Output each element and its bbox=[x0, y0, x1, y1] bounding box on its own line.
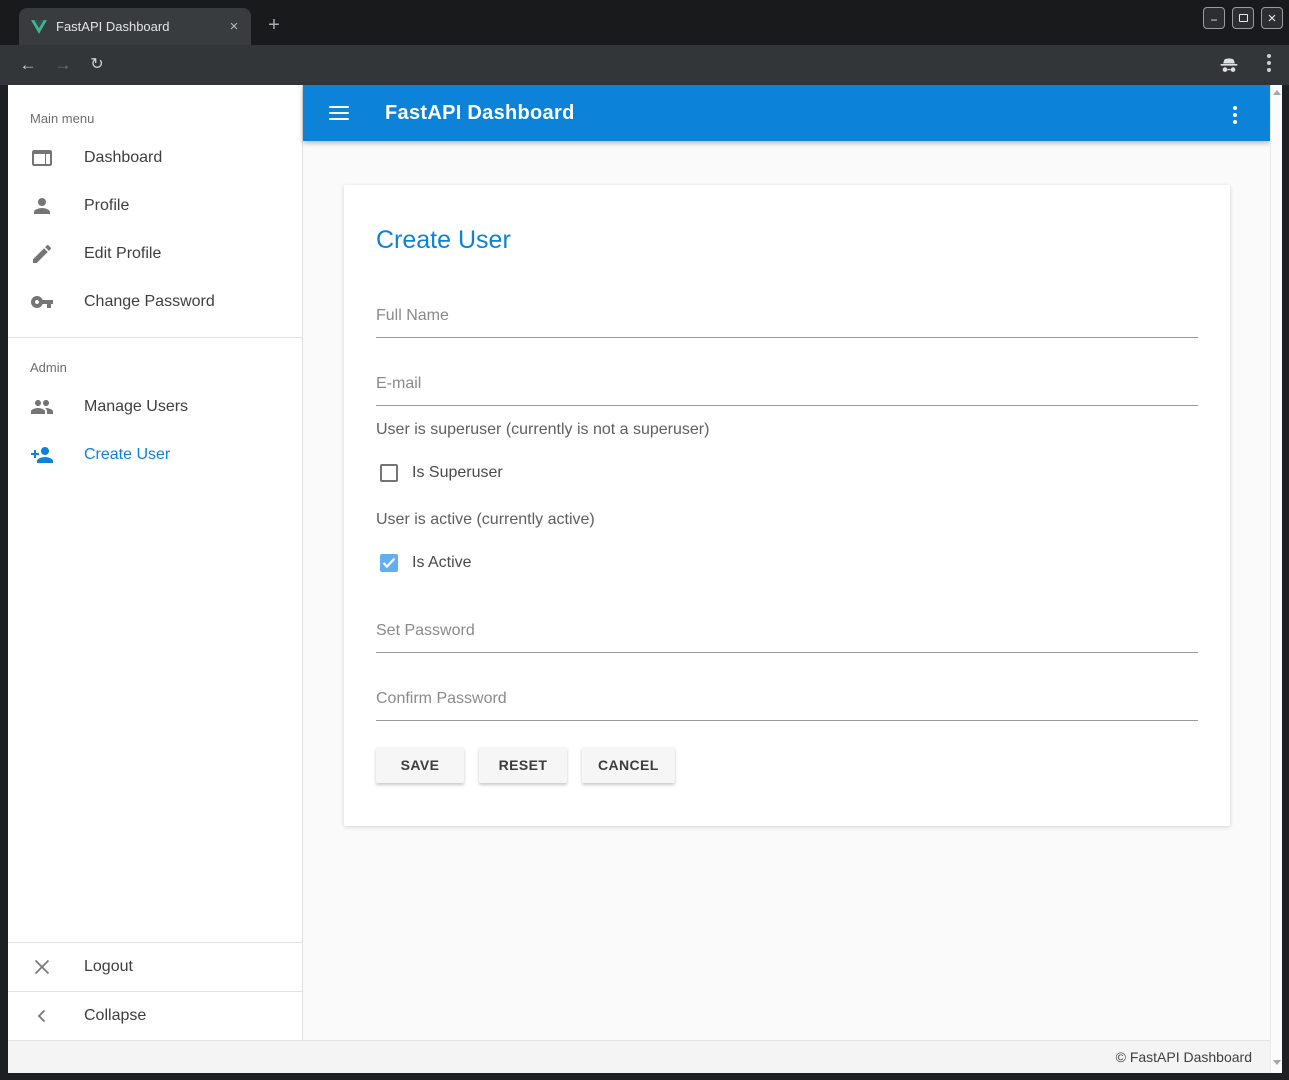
key-icon bbox=[30, 290, 54, 314]
page-scrollbar[interactable] bbox=[1270, 85, 1282, 1073]
close-window-button[interactable] bbox=[1261, 7, 1283, 29]
sidebar-item-edit-profile[interactable]: Edit Profile bbox=[8, 230, 302, 278]
close-x-icon bbox=[30, 955, 54, 979]
browser-window: FastAPI Dashboard localhost/main/admin/u… bbox=[0, 0, 1289, 1080]
sidebar-item-label: Create User bbox=[84, 446, 170, 464]
is-superuser-checkbox-row[interactable]: Is Superuser bbox=[376, 464, 1198, 482]
sidebar-item-label: Edit Profile bbox=[84, 245, 161, 263]
form-buttons: SAVE RESET CANCEL bbox=[376, 747, 1198, 783]
sidebar-item-label: Dashboard bbox=[84, 149, 162, 167]
sidebar-item-logout[interactable]: Logout bbox=[8, 943, 302, 991]
page-content: Main menu Dashboard Profile Edit Profile bbox=[8, 85, 1282, 1073]
person-icon bbox=[30, 194, 54, 218]
person-add-icon bbox=[30, 443, 54, 467]
full-name-field[interactable] bbox=[376, 305, 1198, 338]
forward-icon[interactable] bbox=[51, 53, 75, 77]
browser-menu-icon[interactable] bbox=[1267, 54, 1271, 75]
sidebar-item-label: Logout bbox=[84, 958, 133, 976]
sidebar-item-label: Change Password bbox=[84, 293, 215, 311]
checkbox-label: Is Active bbox=[412, 554, 472, 572]
create-user-card: Create User User is superuser (currently… bbox=[344, 185, 1230, 826]
dashboard-icon bbox=[30, 146, 54, 170]
minimize-button[interactable] bbox=[1203, 7, 1225, 29]
incognito-icon bbox=[1217, 53, 1241, 77]
sidebar-section-main-menu: Main menu bbox=[8, 85, 302, 134]
sidebar-item-label: Profile bbox=[84, 197, 129, 215]
set-password-field[interactable] bbox=[376, 620, 1198, 653]
sidebar-item-profile[interactable]: Profile bbox=[8, 182, 302, 230]
people-icon bbox=[30, 395, 54, 419]
sidebar-bottom-group: Logout Collapse bbox=[8, 942, 302, 1040]
browser-tab-strip: FastAPI Dashboard bbox=[0, 0, 1289, 45]
checkbox-checked-icon[interactable] bbox=[380, 554, 398, 572]
sidebar-item-change-password[interactable]: Change Password bbox=[8, 278, 302, 326]
sidebar-item-label: Manage Users bbox=[84, 398, 188, 416]
copyright-text: © FastAPI Dashboard bbox=[1116, 1049, 1252, 1065]
scroll-up-icon[interactable] bbox=[1273, 90, 1281, 95]
sidebar-section-admin: Admin bbox=[8, 338, 302, 383]
page-footer: © FastAPI Dashboard bbox=[8, 1040, 1282, 1073]
chevron-left-icon bbox=[30, 1004, 54, 1028]
reset-button[interactable]: RESET bbox=[479, 747, 567, 783]
vue-logo-icon bbox=[31, 20, 47, 34]
superuser-hint: User is superuser (currently is not a su… bbox=[376, 421, 1198, 439]
checkbox-unchecked-icon[interactable] bbox=[380, 464, 398, 482]
window-controls bbox=[1203, 7, 1283, 29]
back-icon[interactable] bbox=[16, 53, 40, 77]
browser-tab[interactable]: FastAPI Dashboard bbox=[19, 8, 251, 45]
sidebar-item-create-user[interactable]: Create User bbox=[8, 431, 302, 479]
tab-title: FastAPI Dashboard bbox=[56, 19, 225, 34]
email-field[interactable] bbox=[376, 373, 1198, 406]
reload-icon[interactable] bbox=[85, 53, 109, 77]
new-tab-button[interactable] bbox=[261, 13, 287, 39]
sidebar-item-manage-users[interactable]: Manage Users bbox=[8, 383, 302, 431]
checkbox-label: Is Superuser bbox=[412, 464, 503, 482]
sidebar-item-collapse[interactable]: Collapse bbox=[8, 992, 302, 1040]
app-bar-menu-icon[interactable] bbox=[1233, 106, 1237, 127]
sidebar-item-label: Collapse bbox=[84, 1007, 146, 1025]
hamburger-menu-icon[interactable] bbox=[329, 102, 349, 124]
sidebar-item-dashboard[interactable]: Dashboard bbox=[8, 134, 302, 182]
app-bar-title: FastAPI Dashboard bbox=[385, 102, 575, 125]
save-button[interactable]: SAVE bbox=[376, 747, 464, 783]
tab-close-icon[interactable] bbox=[225, 18, 243, 36]
is-active-checkbox-row[interactable]: Is Active bbox=[376, 554, 1198, 572]
active-hint: User is active (currently active) bbox=[376, 511, 1198, 529]
scroll-down-icon[interactable] bbox=[1273, 1060, 1281, 1065]
sidebar: Main menu Dashboard Profile Edit Profile bbox=[8, 85, 303, 1040]
page-title: Create User bbox=[376, 225, 1198, 255]
app-bar: FastAPI Dashboard bbox=[303, 85, 1270, 141]
browser-toolbar: localhost/main/admin/users/create bbox=[0, 45, 1289, 85]
maximize-button[interactable] bbox=[1232, 7, 1254, 29]
main-area: FastAPI Dashboard Create User User is su… bbox=[303, 85, 1270, 1040]
confirm-password-field[interactable] bbox=[376, 688, 1198, 721]
cancel-button[interactable]: CANCEL bbox=[582, 747, 675, 783]
pencil-icon bbox=[30, 242, 54, 266]
